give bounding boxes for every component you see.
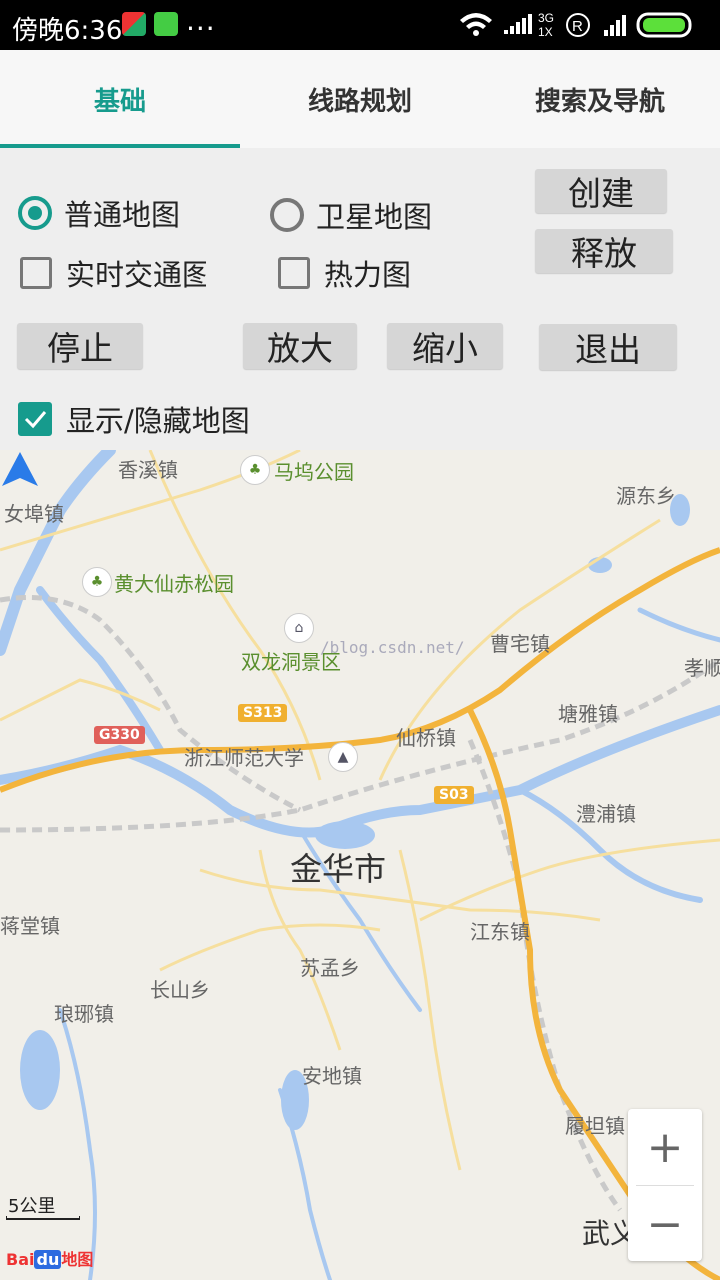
scenic-spot-icon: ⌂ xyxy=(284,613,314,643)
signal-3g-icon xyxy=(504,14,532,34)
map-label-andi: 安地镇 xyxy=(302,1064,362,1088)
expressways xyxy=(0,547,720,1280)
signal-icon xyxy=(604,15,626,36)
map-label-sumeng: 苏孟乡 xyxy=(300,956,360,980)
checkbox-traffic[interactable]: 实时交通图 xyxy=(20,252,206,294)
release-button[interactable]: 释放 xyxy=(535,229,673,273)
wifi-icon xyxy=(460,13,492,36)
checkbox-unchecked-icon xyxy=(20,257,52,289)
network-top-label: 3G xyxy=(538,11,554,25)
radio-normal-map[interactable]: 普通地图 xyxy=(18,192,180,234)
network-bottom-label: 1X xyxy=(538,25,553,39)
roaming-icon: R xyxy=(566,13,590,37)
zoom-in-button[interactable]: 放大 xyxy=(243,323,357,369)
map-scale-label: 5公里 xyxy=(8,1196,56,1217)
checkbox-unchecked-icon xyxy=(278,257,310,289)
map-scale-bar xyxy=(6,1216,80,1220)
more-notifications-icon: ... xyxy=(186,4,216,37)
radio-satellite-map[interactable]: 卫星地图 xyxy=(270,194,432,236)
checkbox-show-map[interactable]: 显示/隐藏地图 xyxy=(18,398,254,440)
radio-checked-icon xyxy=(18,196,52,230)
tab-search-navigation[interactable]: 搜索及导航 xyxy=(480,50,720,148)
status-icons: 3G 1X R xyxy=(460,11,692,39)
create-button[interactable]: 创建 xyxy=(535,169,667,213)
map-label-changshan: 长山乡 xyxy=(150,978,210,1002)
map-zoom-out-button[interactable]: − xyxy=(628,1186,702,1262)
status-bar: 傍晚6:36 ... 3G 1X R xyxy=(0,0,720,50)
map-label-mawu-park: 马坞公园 xyxy=(274,460,354,484)
map-watermark: /blog.csdn.net/ xyxy=(320,638,465,657)
battery-icon xyxy=(636,12,692,38)
checkbox-checked-icon xyxy=(18,402,52,436)
road-shield-s313: S313 xyxy=(238,704,288,722)
park-icon: ♣ xyxy=(82,567,112,597)
map-label-shuanglong: 双龙洞景区 xyxy=(241,650,341,674)
checkbox-traffic-label: 实时交通图 xyxy=(66,258,206,292)
map-label-tangya: 塘雅镇 xyxy=(558,702,618,726)
checkbox-heatmap-label: 热力图 xyxy=(324,258,412,292)
wechat-notification-icon xyxy=(154,12,178,36)
control-panel: 普通地图 卫星地图 实时交通图 热力图 显示/隐藏地图 创建 释放 停止 放大 … xyxy=(0,148,720,450)
map-label-yuandong: 源东乡 xyxy=(616,484,676,508)
radio-normal-map-label: 普通地图 xyxy=(64,198,181,232)
map-label-jiangdong: 江东镇 xyxy=(470,920,530,944)
map-label-lutan: 履坦镇 xyxy=(565,1114,625,1138)
map-label-lipu: 澧浦镇 xyxy=(576,802,636,826)
road-shield-s03: S03 xyxy=(434,786,474,804)
road-shield-g330: G330 xyxy=(94,726,145,744)
baidu-map-logo: Bai du 地图 xyxy=(6,1250,94,1269)
map-label-jinhua: 金华市 xyxy=(290,850,387,888)
map-label-jiangtang: 蒋堂镇 xyxy=(0,914,60,938)
tab-bar: 基础 线路规划 搜索及导航 xyxy=(0,50,720,148)
map-label-xiaoshun: 孝顺 xyxy=(684,656,720,680)
app-notification-icon xyxy=(122,12,146,36)
stop-button[interactable]: 停止 xyxy=(17,323,143,369)
tab-route-planning[interactable]: 线路规划 xyxy=(240,50,480,148)
radio-unchecked-icon xyxy=(270,198,304,232)
park-icon: ♣ xyxy=(240,455,270,485)
university-icon: ▲ xyxy=(328,742,358,772)
map-label-xianqiao: 仙桥镇 xyxy=(396,726,456,750)
svg-text:R: R xyxy=(572,18,583,35)
checkbox-heatmap[interactable]: 热力图 xyxy=(278,252,411,294)
zoom-out-button[interactable]: 缩小 xyxy=(387,323,503,369)
radio-satellite-map-label: 卫星地图 xyxy=(316,200,433,234)
tab-basic[interactable]: 基础 xyxy=(0,50,240,148)
map-label-nubu: 女埠镇 xyxy=(4,502,64,526)
map-label-zjnu: 浙江师范大学 xyxy=(184,746,304,770)
status-time: 傍晚6:36 xyxy=(12,16,123,46)
exit-button[interactable]: 退出 xyxy=(539,324,677,370)
map-view[interactable]: /blog.csdn.net/ 香溪镇 ♣ 马坞公园 源东乡 女埠镇 ♣ 黄大仙… xyxy=(0,450,720,1280)
map-label-caozhai: 曹宅镇 xyxy=(490,632,550,656)
map-zoom-in-button[interactable]: + xyxy=(628,1109,702,1185)
checkbox-show-map-label: 显示/隐藏地图 xyxy=(66,404,250,438)
map-label-xiangxi: 香溪镇 xyxy=(118,458,178,482)
map-zoom-control: + − xyxy=(628,1109,702,1261)
map-label-huangdaxian: 黄大仙赤松园 xyxy=(114,572,234,596)
map-label-langya: 琅琊镇 xyxy=(54,1002,114,1026)
location-arrow-icon xyxy=(2,452,38,486)
